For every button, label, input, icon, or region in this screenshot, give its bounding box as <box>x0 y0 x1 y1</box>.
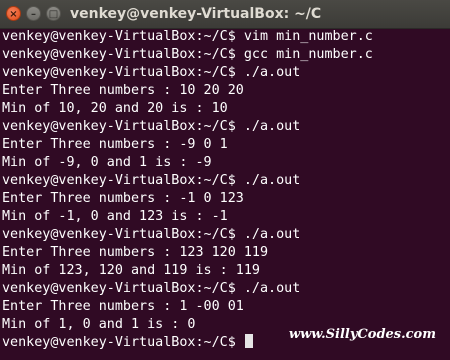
terminal-window: × – □ venkey@venkey-VirtualBox: ~/C venk… <box>0 0 450 360</box>
terminal-line: Min of -9, 0 and 1 is : -9 <box>2 155 212 170</box>
terminal-prompt: venkey@venkey-VirtualBox:~/C$ <box>2 335 244 350</box>
terminal-line: Min of -1, 0 and 123 is : -1 <box>2 209 228 224</box>
close-window-icon[interactable]: × <box>6 6 21 21</box>
minimize-window-icon[interactable]: – <box>26 6 41 21</box>
terminal-output[interactable]: venkey@venkey-VirtualBox:~/C$ vim min_nu… <box>2 28 448 360</box>
watermark-text: www.SillyCodes.com <box>288 327 436 342</box>
text-cursor <box>244 334 253 348</box>
terminal-line: Enter Three numbers : -1 0 123 <box>2 191 244 206</box>
terminal-line: venkey@venkey-VirtualBox:~/C$ ./a.out <box>2 281 301 296</box>
terminal-line: venkey@venkey-VirtualBox:~/C$ ./a.out <box>2 173 301 188</box>
title-bar[interactable]: × – □ venkey@venkey-VirtualBox: ~/C <box>0 0 450 29</box>
terminal-line: venkey@venkey-VirtualBox:~/C$ ./a.out <box>2 65 301 80</box>
terminal-line: Enter Three numbers : -9 0 1 <box>2 137 228 152</box>
terminal-line: Enter Three numbers : 123 120 119 <box>2 245 269 260</box>
terminal-line: Enter Three numbers : 10 20 20 <box>2 83 244 98</box>
terminal-line: venkey@venkey-VirtualBox:~/C$ gcc min_nu… <box>2 47 373 62</box>
terminal-line: venkey@venkey-VirtualBox:~/C$ ./a.out <box>2 227 301 242</box>
window-title: venkey@venkey-VirtualBox: ~/C <box>70 6 322 22</box>
terminal-line: Min of 123, 120 and 119 is : 119 <box>2 263 260 278</box>
terminal-line: Enter Three numbers : 1 -00 01 <box>2 299 244 314</box>
terminal-line: venkey@venkey-VirtualBox:~/C$ ./a.out <box>2 119 301 134</box>
terminal-line: Min of 10, 20 and 20 is : 10 <box>2 101 228 116</box>
maximize-window-icon[interactable]: □ <box>46 6 61 21</box>
terminal-line: venkey@venkey-VirtualBox:~/C$ vim min_nu… <box>2 29 373 44</box>
